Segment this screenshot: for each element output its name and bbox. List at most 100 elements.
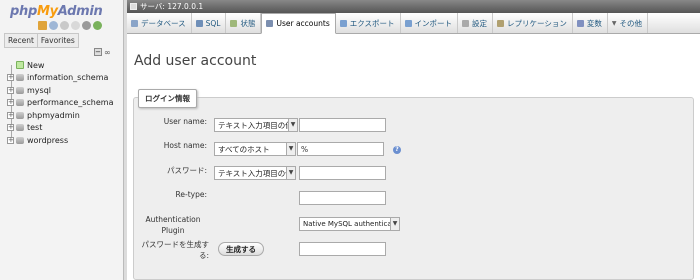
replication-icon — [497, 19, 505, 27]
main-content: Add user account ログイン情報 User name: テキスト入… — [127, 34, 700, 280]
tab-favorites[interactable]: Favorites — [37, 33, 79, 48]
tab-status[interactable]: 状態 — [226, 13, 262, 33]
tab-label: データベース — [141, 18, 186, 28]
tab-import[interactable]: インポート — [401, 13, 459, 33]
settings-icon — [462, 19, 470, 27]
docs-icon[interactable] — [71, 21, 80, 30]
tab-more[interactable]: ▼ その他 — [608, 13, 648, 33]
generated-password-input[interactable] — [299, 242, 386, 256]
logo-my: My — [36, 4, 58, 19]
tab-settings[interactable]: 設定 — [458, 13, 494, 33]
password-type-select[interactable]: テキスト入力項目の値 ▼ — [214, 166, 296, 180]
expand-icon[interactable]: + — [7, 111, 14, 119]
top-menu: データベース SQL 状態 User accounts エクスポート インポート… — [127, 13, 700, 34]
database-icon — [16, 74, 24, 82]
collapse-all-button[interactable]: − — [94, 48, 102, 56]
select-value: Native MySQL authentication — [303, 220, 400, 228]
username-input[interactable] — [299, 118, 386, 132]
export-icon — [339, 19, 347, 27]
chevron-down-icon: ▼ — [286, 143, 295, 155]
chevron-down-icon: ▼ — [390, 218, 399, 230]
tree-item-label[interactable]: mysql — [27, 86, 51, 95]
retype-input[interactable] — [299, 191, 386, 205]
tab-label: 状態 — [240, 18, 256, 28]
phpmyadmin-logo[interactable]: phpMyAdmin — [10, 4, 103, 19]
tab-label: エクスポート — [349, 18, 395, 28]
tab-databases[interactable]: データベース — [127, 13, 192, 33]
expand-icon[interactable]: + — [7, 99, 14, 107]
chevron-down-icon: ▼ — [288, 119, 297, 131]
help-icon[interactable]: ? — [393, 146, 401, 154]
status-icon — [230, 19, 238, 27]
select-value: すべてのホスト — [218, 144, 270, 154]
nav-tabs: Recent Favorites — [4, 33, 79, 48]
hostname-label: Host name: — [163, 141, 207, 150]
database-icon — [16, 136, 24, 144]
page-title: Add user account — [134, 53, 257, 69]
tree-item-label[interactable]: phpmyadmin — [27, 111, 80, 120]
tree-expander — [7, 62, 14, 69]
select-value: テキスト入力項目の値 — [218, 120, 293, 130]
expand-icon[interactable]: + — [7, 124, 14, 132]
new-database-icon — [16, 61, 24, 70]
settings-icon[interactable] — [82, 21, 91, 30]
username-type-select[interactable]: テキスト入力項目の値 ▼ — [214, 118, 298, 132]
tree-item-new[interactable]: New — [4, 59, 122, 72]
auth-plugin-label: Authentication Plugin — [145, 215, 201, 235]
tree-item-test[interactable]: + test — [4, 122, 122, 135]
exit-icon[interactable] — [49, 21, 58, 30]
tree-item-label[interactable]: New — [27, 61, 44, 70]
logo-admin: Admin — [57, 4, 103, 19]
tree-item-mysql[interactable]: + mysql — [4, 84, 122, 97]
tree-item-label[interactable]: performance_schema — [27, 98, 114, 107]
reload-icon[interactable] — [93, 21, 102, 30]
database-tree: New + information_schema + mysql + perfo… — [4, 59, 122, 147]
import-icon — [404, 19, 412, 27]
database-icon — [131, 19, 138, 27]
server-breadcrumb: サーバ: 127.0.0.1 — [127, 0, 700, 13]
retype-label: Re-type: — [175, 190, 207, 199]
tab-replication[interactable]: レプリケーション — [493, 13, 573, 33]
tree-item-phpmyadmin[interactable]: + phpmyadmin — [4, 109, 122, 122]
tab-user-accounts[interactable]: User accounts — [261, 13, 336, 34]
tab-export[interactable]: エクスポート — [336, 13, 401, 33]
username-label: User name: — [163, 117, 207, 126]
tab-sql[interactable]: SQL — [192, 13, 227, 33]
hostname-type-select[interactable]: すべてのホスト ▼ — [214, 142, 296, 156]
database-icon — [16, 86, 24, 94]
tree-item-information-schema[interactable]: + information_schema — [4, 72, 122, 85]
tree-item-label[interactable]: wordpress — [27, 136, 68, 145]
tab-label: 設定 — [472, 18, 488, 28]
tree-item-performance-schema[interactable]: + performance_schema — [4, 97, 122, 110]
expand-icon[interactable]: + — [7, 74, 14, 82]
tab-label: その他 — [619, 18, 643, 28]
users-icon — [266, 20, 274, 27]
password-input[interactable] — [299, 166, 386, 180]
tab-label: User accounts — [276, 19, 330, 28]
tree-item-wordpress[interactable]: + wordpress — [4, 134, 122, 147]
database-icon — [16, 124, 24, 132]
help-icon[interactable] — [60, 21, 69, 30]
tab-label: 変数 — [586, 18, 602, 28]
tree-item-label[interactable]: test — [27, 123, 42, 132]
tab-recent[interactable]: Recent — [4, 33, 38, 48]
variables-icon — [576, 19, 584, 27]
server-label[interactable]: サーバ: 127.0.0.1 — [140, 1, 203, 12]
auth-plugin-select[interactable]: Native MySQL authentication ▼ — [299, 217, 400, 231]
tab-label: SQL — [205, 18, 221, 28]
expand-icon[interactable]: + — [7, 86, 14, 94]
chevron-down-icon: ▼ — [286, 167, 295, 179]
tree-item-label[interactable]: information_schema — [27, 73, 108, 82]
generate-password-button[interactable]: 生成する — [218, 242, 264, 256]
tab-variables[interactable]: 変数 — [573, 13, 608, 33]
hostname-input[interactable]: % — [297, 142, 384, 156]
link-icon[interactable]: ∞ — [104, 48, 111, 57]
home-icon[interactable] — [38, 21, 47, 30]
generate-password-label: パスワードを生成する: — [141, 240, 210, 260]
expand-icon[interactable]: + — [7, 136, 14, 144]
server-icon — [130, 3, 137, 10]
database-icon — [16, 99, 24, 107]
nav-icon-bar — [38, 21, 102, 30]
database-icon — [16, 111, 24, 119]
fieldset-legend: ログイン情報 — [138, 89, 197, 108]
